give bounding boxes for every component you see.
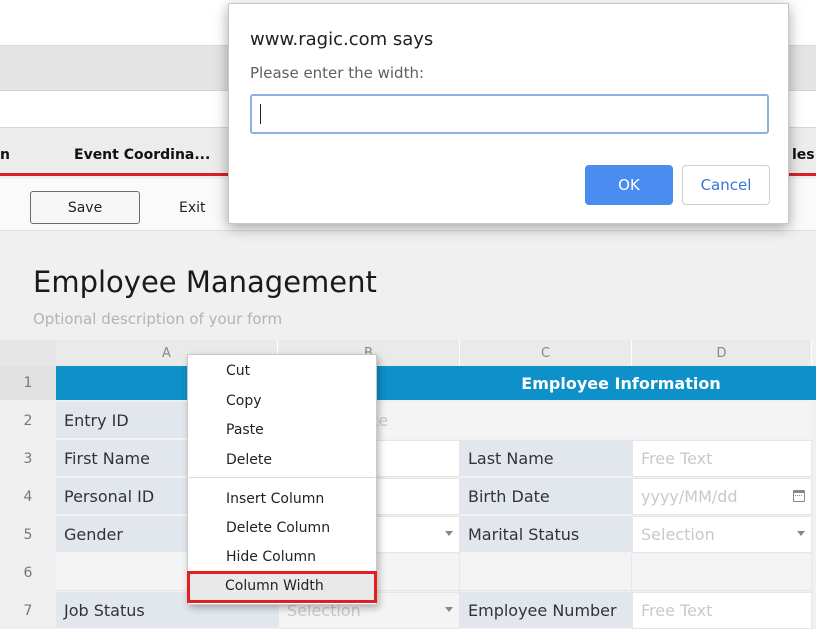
section-header-title: Employee Information [521,373,721,393]
calendar-icon[interactable] [793,490,805,502]
row-number-7[interactable]: 7 [0,592,56,629]
tab-partial-left[interactable]: n [0,147,10,163]
tab-partial-right[interactable]: les [792,147,815,163]
chevron-down-icon [445,531,453,536]
menu-item-column-width-label: Column Width [225,578,324,594]
save-button[interactable]: Save [30,191,140,224]
field-label-last-name[interactable]: Last Name [460,440,632,477]
marital-status-select[interactable]: Selection [632,516,812,553]
marital-status-placeholder: Selection [641,525,715,544]
menu-item-insert-column[interactable]: Insert Column [188,484,376,513]
text-cursor [260,104,261,124]
cancel-button[interactable]: Cancel [682,165,770,205]
menu-item-cut[interactable]: Cut [188,356,376,385]
chevron-down-icon [797,531,805,536]
menu-item-paste[interactable]: Paste [188,415,376,444]
field-label-birth-date[interactable]: Birth Date [460,478,632,515]
form-description[interactable]: Optional description of your form [33,310,282,328]
ok-button[interactable]: OK [585,165,673,205]
row-number-1[interactable]: 1 [0,366,56,400]
birth-date-placeholder: yyyy/MM/dd [641,487,738,506]
column-header-c[interactable]: C [460,340,632,366]
width-input[interactable] [250,94,769,134]
row-number-5[interactable]: 5 [0,516,56,554]
row-number-4[interactable]: 4 [0,478,56,516]
last-name-field[interactable]: Free Text [632,440,812,477]
menu-item-delete[interactable]: Delete [188,445,376,474]
column-header-d[interactable]: D [632,340,812,366]
field-label-employee-number[interactable]: Employee Number [460,592,632,629]
row-number-6[interactable]: 6 [0,554,56,592]
tab-event-coordinator[interactable]: Event Coordina... [74,147,210,163]
menu-item-copy[interactable]: Copy [188,386,376,415]
dialog-message: Please enter the width: [250,64,425,82]
employee-number-field[interactable]: Free Text [632,592,812,629]
form-title[interactable]: Employee Management [33,265,377,299]
column-context-menu: Cut Copy Paste Delete Insert Column Dele… [187,354,377,605]
sheet-corner [0,340,56,366]
menu-separator [189,477,375,478]
chevron-down-icon [445,607,453,612]
dialog-title: www.ragic.com says [250,29,434,50]
menu-item-delete-column[interactable]: Delete Column [188,513,376,542]
row-number-3[interactable]: 3 [0,440,56,478]
empty-cell[interactable] [460,554,632,591]
empty-cell[interactable] [632,554,812,591]
exit-button[interactable]: Exit [179,200,206,216]
row-number-2[interactable]: 2 [0,402,56,440]
birth-date-field[interactable]: yyyy/MM/dd [632,478,812,515]
menu-item-hide-column[interactable]: Hide Column [188,542,376,571]
menu-item-column-width[interactable]: Column Width [187,571,377,603]
field-label-marital-status[interactable]: Marital Status [460,516,632,553]
prompt-dialog: www.ragic.com says Please enter the widt… [228,3,789,224]
